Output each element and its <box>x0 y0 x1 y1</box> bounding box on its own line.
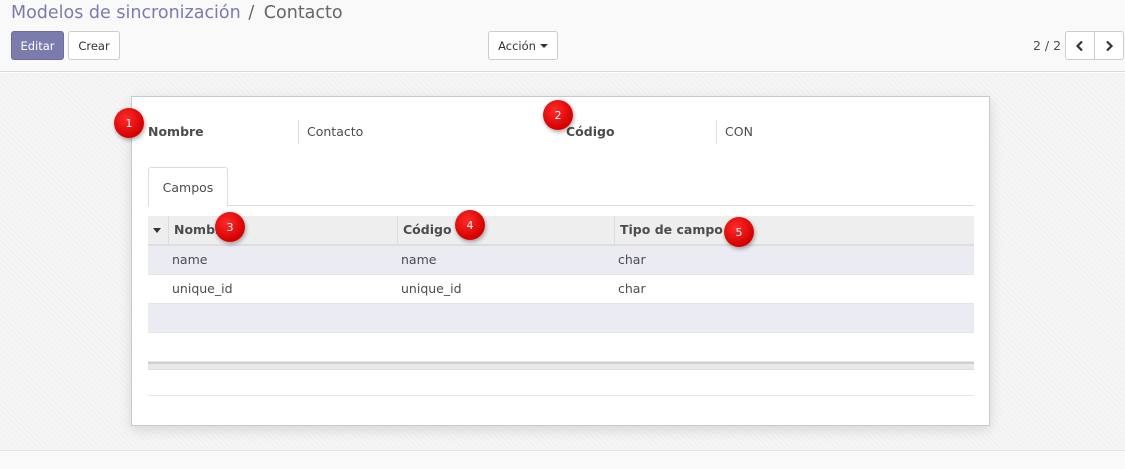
fields-list: Nombre Código Tipo de campo name name ch… <box>148 216 974 396</box>
column-header-nombre[interactable]: Nombre <box>168 216 397 244</box>
chevron-right-icon <box>1106 40 1114 51</box>
breadcrumb: Modelos de sincronización / Contacto <box>11 3 343 23</box>
cell-nombre: name <box>172 252 208 267</box>
table-row[interactable]: unique_id unique_id char <box>148 275 974 304</box>
empty-row <box>148 304 974 333</box>
list-header: Nombre Código Tipo de campo <box>148 216 974 246</box>
breadcrumb-separator: / <box>248 3 255 23</box>
cell-codigo: unique_id <box>401 281 462 296</box>
name-field-value: Contacto <box>298 120 538 144</box>
pager-previous-button[interactable] <box>1065 31 1095 60</box>
pager-value[interactable]: 2 / 2 <box>1033 38 1061 53</box>
column-header-tipo-de-campo[interactable]: Tipo de campo <box>614 216 974 244</box>
breadcrumb-parent-link[interactable]: Modelos de sincronización <box>11 3 241 23</box>
control-panel: Modelos de sincronización / Contacto Edi… <box>0 0 1125 72</box>
action-label: Acción <box>498 38 536 53</box>
code-field-label: Código <box>566 124 615 139</box>
annotation-badge-2: 2 <box>543 100 573 130</box>
annotation-badge-3: 3 <box>215 212 245 242</box>
list-footer <box>148 362 974 370</box>
breadcrumb-current: Contacto <box>263 3 343 23</box>
pager-next-button[interactable] <box>1094 31 1124 60</box>
tab-campos[interactable]: Campos <box>148 167 228 207</box>
caret-down-icon <box>539 43 548 48</box>
chevron-left-icon <box>1075 40 1083 51</box>
table-row[interactable]: name name char <box>148 246 974 275</box>
annotation-badge-1: 1 <box>114 108 144 138</box>
cell-codigo: name <box>401 252 437 267</box>
action-dropdown-button[interactable]: Acción <box>488 31 558 60</box>
empty-row <box>148 333 974 362</box>
form-sheet: Nombre Contacto Código CON Campos Nombre… <box>131 96 990 426</box>
annotation-badge-5: 5 <box>724 217 754 247</box>
create-button[interactable]: Crear <box>68 31 120 60</box>
cell-tipo: char <box>618 252 646 267</box>
select-column-toggle[interactable] <box>148 216 168 244</box>
cell-nombre: unique_id <box>172 281 233 296</box>
cell-tipo: char <box>618 281 646 296</box>
footer-bar <box>0 450 1125 469</box>
notebook-tabs: Campos <box>148 167 974 207</box>
column-header-codigo[interactable]: Código <box>397 216 614 244</box>
annotation-badge-4: 4 <box>455 210 485 240</box>
caret-down-icon <box>153 228 161 233</box>
code-field-value: CON <box>716 120 956 144</box>
empty-row <box>148 370 974 396</box>
name-field-label: Nombre <box>148 124 204 139</box>
edit-button[interactable]: Editar <box>11 31 64 60</box>
